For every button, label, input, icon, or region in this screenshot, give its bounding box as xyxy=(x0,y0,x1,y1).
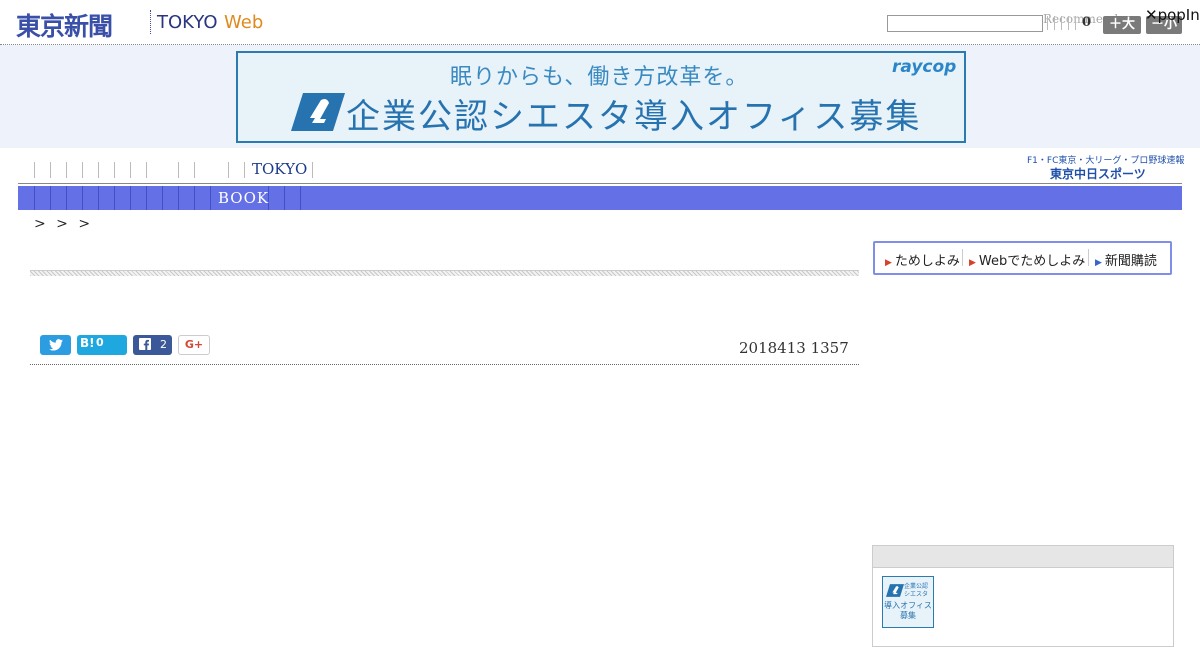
nav-divider xyxy=(194,162,195,178)
article-divider xyxy=(30,364,859,365)
nav-divider xyxy=(130,162,131,178)
thumb-text-top: 企業公認 シエスタ xyxy=(904,583,929,598)
nav-divider xyxy=(162,186,163,210)
nav-divider xyxy=(98,162,99,178)
thumb-text-bottom: 導入オフィス 募集 xyxy=(884,601,932,620)
nav-divider xyxy=(194,186,195,210)
nav-divider xyxy=(210,186,211,210)
nav-divider xyxy=(82,162,83,178)
google-plus-button[interactable]: G+ xyxy=(178,335,210,355)
siesta-thumb-icon xyxy=(886,584,904,597)
nav-divider xyxy=(82,186,83,210)
facebook-count: 2 xyxy=(160,338,167,351)
facebook-icon xyxy=(139,335,151,355)
link-divider xyxy=(962,249,963,266)
ad-subheadline: 企業公認シエスタ導入オフィス募集 xyxy=(346,97,922,137)
nav-divider xyxy=(300,186,301,210)
nav-divider xyxy=(178,186,179,210)
nav-divider xyxy=(66,186,67,210)
nav-divider xyxy=(146,186,147,210)
nav-item-tokyo[interactable]: TOKYO xyxy=(252,160,307,178)
triangle-icon: ▶ xyxy=(969,258,976,268)
nav-divider xyxy=(114,186,115,210)
search-input[interactable] xyxy=(887,15,1043,32)
primary-nav xyxy=(18,156,1182,184)
twitter-icon xyxy=(48,339,63,351)
nav-divider xyxy=(146,162,147,178)
hatena-icon: B! xyxy=(80,336,95,350)
web-tameshiyomi-label: Webでためしよみ xyxy=(978,254,1086,269)
header-count: 0 xyxy=(1082,15,1092,30)
link-divider xyxy=(1088,249,1089,266)
tameshiyomi-label: ためしよみ xyxy=(894,254,960,269)
twitter-share-button[interactable] xyxy=(40,335,71,355)
header-link-dividers xyxy=(1047,16,1077,30)
site-logo-kanji[interactable]: 東京新聞 xyxy=(16,7,113,43)
nav-divider xyxy=(244,162,245,178)
close-icon[interactable]: ✕ xyxy=(1145,6,1158,24)
popin-label: popIn xyxy=(1157,6,1200,24)
nav-divider xyxy=(34,186,35,210)
ad-brand-logo: raycop xyxy=(892,57,957,77)
triangle-icon: ▶ xyxy=(885,258,892,268)
tameshiyomi-link[interactable]: ▶ ためしよみ xyxy=(885,250,960,269)
google-plus-icon: G+ xyxy=(184,338,204,351)
breadcrumb[interactable]: > > > xyxy=(34,216,90,232)
subscribe-link[interactable]: ▶ 新聞購読 xyxy=(1095,250,1157,269)
nav-divider xyxy=(114,162,115,178)
nav-divider xyxy=(228,162,229,178)
nav-divider xyxy=(312,162,313,178)
site-logo-tokyo[interactable]: TOKYO xyxy=(157,12,218,33)
secondary-nav xyxy=(18,186,1182,210)
nav-divider xyxy=(66,162,67,178)
font-size-large-button[interactable]: ＋大 xyxy=(1103,16,1141,34)
nav-divider xyxy=(178,162,179,178)
article-date: 2018413 1357 xyxy=(739,339,849,357)
nav-divider xyxy=(34,162,35,178)
nav-divider xyxy=(98,186,99,210)
nav-divider xyxy=(130,186,131,210)
hatena-count: 0 xyxy=(96,336,104,349)
article-title-rule xyxy=(30,270,859,276)
facebook-share-button[interactable]: 2 xyxy=(133,335,172,355)
chunichi-sports-link[interactable]: 東京中日スポーツ xyxy=(1050,165,1146,182)
ad-headline: 眠りからも、働き方改革を。 xyxy=(450,65,749,90)
popin-widget[interactable]: ✕popIn xyxy=(1145,6,1200,24)
hatena-bookmark-button[interactable]: B! 0 xyxy=(77,335,127,355)
subscribe-label: 新聞購読 xyxy=(1104,254,1157,269)
nav-divider xyxy=(284,186,285,210)
nav-divider xyxy=(50,162,51,178)
siesta-icon xyxy=(291,93,345,131)
sidebar-box-header xyxy=(873,546,1173,568)
site-logo-web[interactable]: Web xyxy=(224,12,263,33)
nav-item-book[interactable]: BOOK xyxy=(218,189,269,207)
nav-divider xyxy=(50,186,51,210)
logo-divider xyxy=(150,10,152,34)
triangle-icon: ▶ xyxy=(1095,258,1102,268)
web-tameshiyomi-link[interactable]: ▶ Webでためしよみ xyxy=(969,250,1085,269)
